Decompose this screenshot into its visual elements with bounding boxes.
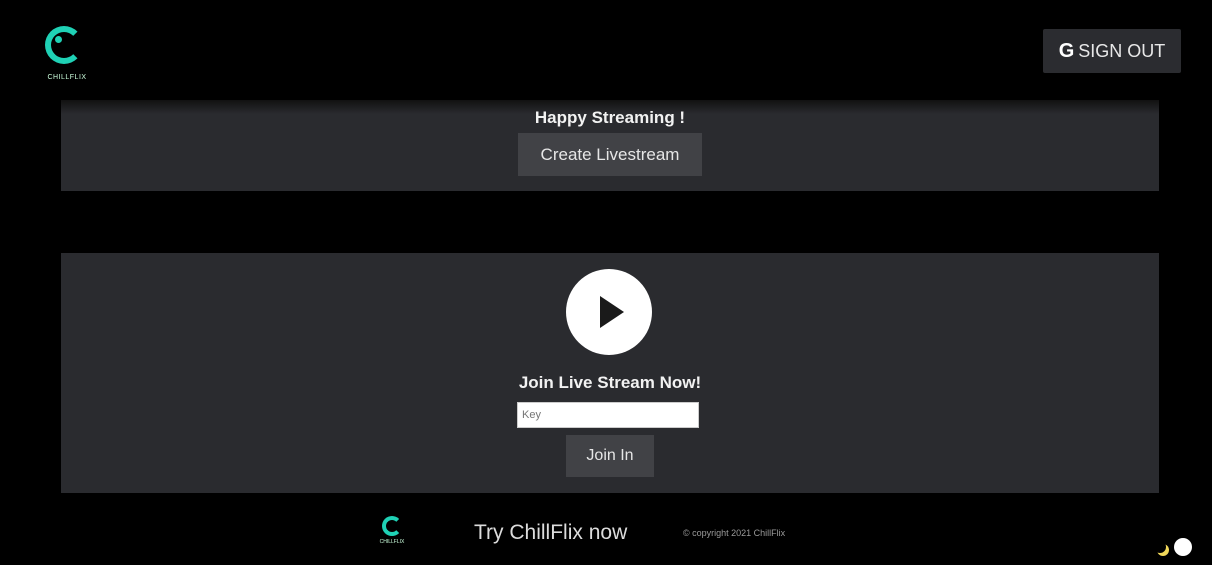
google-icon: G	[1058, 39, 1075, 62]
logo-text: CHILLFLIX	[47, 74, 87, 81]
toggle-knob	[1174, 538, 1192, 556]
join-title: Join Live Stream Now!	[518, 373, 702, 392]
logo-dot-icon	[55, 36, 62, 43]
chillflix-logo[interactable]: CHILLFLIX	[33, 22, 101, 90]
navbar: CHILLFLIX G SIGN OUT	[5, 4, 1207, 102]
app-frame: CHILLFLIX G SIGN OUT Happy Streaming ! C…	[5, 4, 1207, 561]
key-input[interactable]	[517, 402, 699, 428]
footer-tagline: Try ChillFlix now	[474, 521, 628, 544]
play-icon	[600, 296, 624, 328]
create-livestream-button[interactable]: Create Livestream	[518, 133, 702, 176]
theme-toggle[interactable]	[1148, 536, 1200, 562]
sign-out-label: SIGN OUT	[1078, 40, 1166, 61]
play-button[interactable]	[566, 269, 652, 355]
footer-logo[interactable]: CHILLFLIX	[377, 516, 407, 548]
join-stream-panel: Join Live Stream Now! Join In	[61, 253, 1159, 493]
moon-icon	[1154, 541, 1166, 553]
footer-copyright: © copyright 2021 ChillFlix	[683, 528, 786, 538]
happy-streaming-text: Happy Streaming !	[534, 108, 686, 127]
sign-out-button[interactable]: G SIGN OUT	[1043, 29, 1181, 73]
footer-logo-c-icon	[382, 516, 402, 536]
join-in-button[interactable]: Join In	[566, 435, 654, 477]
create-stream-panel: Happy Streaming ! Create Livestream	[61, 100, 1159, 191]
logo-c-icon	[45, 26, 83, 64]
footer-logo-text: CHILLFLIX	[379, 539, 405, 545]
